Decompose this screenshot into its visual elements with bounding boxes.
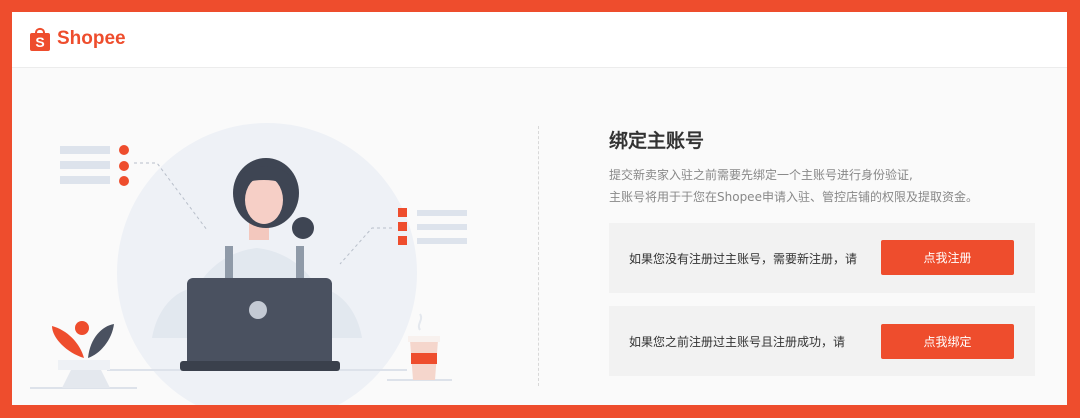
bind-prompt: 如果您之前注册过主账号且注册成功，请 — [629, 335, 846, 349]
logo-text: Shopee — [57, 28, 126, 49]
description: 提交新卖家入驻之前需要先绑定一个主账号进行身份验证, 主账号将用于于您在Shop… — [609, 164, 1039, 208]
page-title: 绑定主账号 — [609, 130, 705, 152]
register-card: 如果您没有注册过主账号，需要新注册，请 点我注册 — [609, 223, 1035, 293]
bind-button[interactable]: 点我绑定 — [881, 324, 1014, 359]
main-content: 绑定主账号 提交新卖家入驻之前需要先绑定一个主账号进行身份验证, 主账号将用于于… — [12, 68, 1067, 405]
person-with-laptop-illustration — [30, 123, 467, 405]
register-prompt: 如果您没有注册过主账号，需要新注册，请 — [629, 252, 858, 266]
description-line: 提交新卖家入驻之前需要先绑定一个主账号进行身份验证, — [609, 168, 913, 182]
shopee-logo[interactable]: S Shopee — [29, 26, 126, 52]
bind-card: 如果您之前注册过主账号且注册成功，请 点我绑定 — [609, 306, 1035, 376]
vertical-divider — [538, 126, 539, 386]
description-line: 主账号将用于于您在Shopee申请入驻、管控店铺的权限及提取资金。 — [609, 190, 978, 204]
page-frame: S Shopee 绑定主账号 提交新卖家入驻之前需要先绑定一个主账号进行身份验证… — [12, 12, 1067, 405]
register-button[interactable]: 点我注册 — [881, 240, 1014, 275]
shopping-bag-icon: S — [30, 27, 50, 51]
svg-text:S: S — [35, 34, 44, 50]
header: S Shopee — [12, 12, 1067, 68]
